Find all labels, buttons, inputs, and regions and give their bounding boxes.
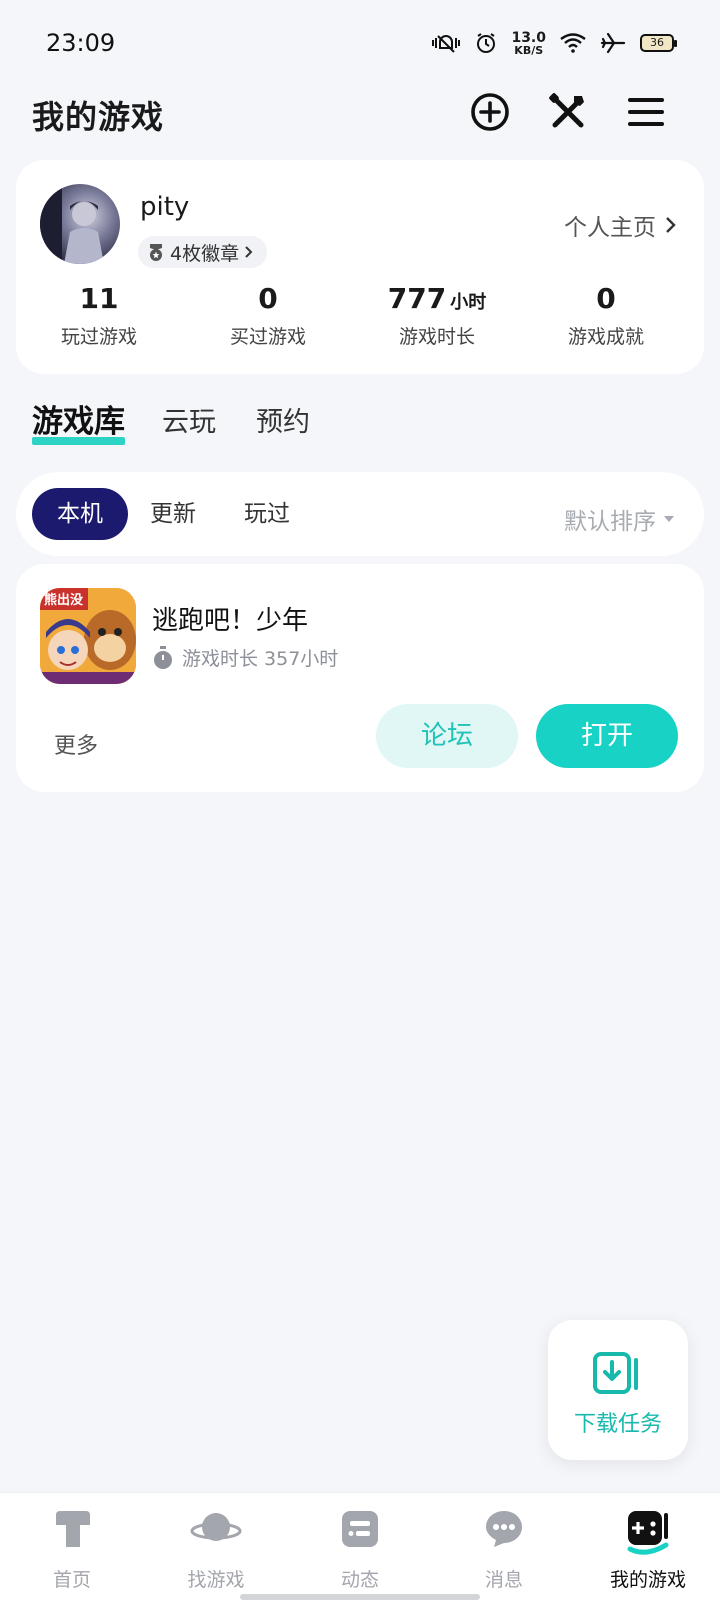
chevron-right-icon	[245, 246, 253, 258]
profile-card: pity 4枚徽章 个人主页 11 玩过游戏 0 买过游戏 777 小时 游戏时长…	[16, 160, 704, 374]
home-indicator	[240, 1594, 480, 1600]
homepage-link[interactable]: 个人主页	[564, 208, 678, 242]
stat-label: 游戏时长	[398, 326, 475, 348]
stat-played-games[interactable]: 11 玩过游戏	[24, 282, 174, 349]
stat-value: 777 小时	[362, 282, 512, 318]
stat-value: 0	[193, 282, 343, 318]
game-artwork-icon: 熊出没	[40, 588, 136, 684]
badge-pill[interactable]: 4枚徽章	[138, 236, 268, 268]
stat-number: 11	[79, 282, 119, 315]
tab-label: 预约	[256, 407, 310, 438]
filter-chip-played[interactable]: 玩过	[244, 488, 290, 540]
homepage-label: 个人主页	[564, 215, 656, 241]
sort-dropdown[interactable]: 默认排序	[564, 502, 674, 536]
nav-label: 消息	[484, 1569, 523, 1591]
filter-chip-local[interactable]: 本机	[32, 488, 128, 540]
more-button[interactable]: 更多	[54, 728, 98, 760]
feed-icon	[342, 1511, 378, 1547]
nav-item-messages[interactable]: 消息	[432, 1493, 576, 1600]
net-speed-value: 13.0	[511, 29, 546, 46]
gamepad-icon	[627, 1511, 669, 1555]
tab-label: 云玩	[162, 407, 216, 438]
stat-value: 11	[24, 282, 174, 318]
stat-label: 游戏成就	[567, 326, 644, 348]
nav-item-my-games[interactable]: 我的游戏	[576, 1493, 720, 1600]
tab-reservations[interactable]: 预约	[256, 400, 310, 439]
stat-number: 777	[387, 282, 447, 315]
stopwatch-icon	[154, 645, 172, 669]
stat-label: 玩过游戏	[60, 326, 137, 348]
sort-label: 默认排序	[564, 509, 656, 535]
nav-label: 首页	[52, 1569, 91, 1591]
filter-bar: 本机 更新 玩过 默认排序	[16, 472, 704, 556]
game-icon[interactable]: 熊出没	[40, 588, 136, 684]
chevron-right-icon	[666, 217, 676, 233]
badge-count: 4枚徽章	[170, 242, 240, 265]
wifi-icon	[560, 33, 586, 53]
game-icon-text: 熊出没	[44, 592, 84, 608]
stat-label: 买过游戏	[229, 326, 306, 348]
tools-icon[interactable]	[546, 90, 590, 134]
avatar-figure-icon	[40, 184, 104, 264]
nav-item-home[interactable]: 首页	[0, 1493, 144, 1600]
status-icons: 13.0 KB/S 36	[431, 31, 677, 56]
status-bar: 23:09 13.0 KB/S 36	[0, 0, 720, 86]
tab-label: 游戏库	[32, 404, 125, 440]
username: pity	[140, 192, 190, 222]
tab-cloud-play[interactable]: 云玩	[162, 400, 216, 439]
alarm-icon	[477, 33, 496, 53]
stat-achievements[interactable]: 0 游戏成就	[531, 282, 681, 349]
bottom-nav: 首页 找游戏 动态 消息 我的游戏	[0, 1492, 720, 1600]
caret-down-icon	[664, 516, 674, 522]
download-icon	[593, 1352, 638, 1394]
nav-item-feed[interactable]: 动态	[288, 1493, 432, 1600]
download-tasks-label: 下载任务	[573, 1412, 662, 1437]
home-icon	[56, 1511, 90, 1547]
nav-label: 动态	[340, 1569, 379, 1591]
net-speed-unit: KB/S	[514, 43, 544, 57]
stat-number: 0	[596, 282, 616, 315]
mute-vibrate-icon	[432, 35, 461, 53]
medal-icon	[150, 244, 162, 261]
filter-chip-updates[interactable]: 更新	[150, 488, 196, 540]
download-tasks-button[interactable]: 下载任务	[548, 1320, 688, 1460]
status-time: 23:09	[46, 29, 116, 57]
stat-bought-games[interactable]: 0 买过游戏	[193, 282, 343, 349]
nav-label: 找游戏	[187, 1569, 245, 1591]
avatar[interactable]	[40, 184, 120, 264]
net-speed: 13.0 KB/S	[511, 31, 546, 56]
menu-icon[interactable]	[624, 90, 668, 134]
game-playtime-text: 游戏时长 357小时	[182, 648, 339, 670]
airplane-icon	[600, 32, 626, 54]
game-card[interactable]: 熊出没 逃跑吧！少年 游戏时长 357小时 更多 论坛 打开	[16, 564, 704, 792]
battery-icon: 36	[640, 34, 677, 52]
tab-game-library[interactable]: 游戏库	[32, 396, 125, 445]
page-title: 我的游戏	[32, 98, 165, 136]
stat-play-time[interactable]: 777 小时 游戏时长	[362, 282, 512, 349]
game-playtime: 游戏时长 357小时	[152, 644, 338, 671]
header: 我的游戏	[0, 86, 720, 160]
stat-number: 0	[258, 282, 278, 315]
stat-value: 0	[531, 282, 681, 318]
message-icon	[486, 1511, 522, 1547]
planet-icon	[190, 1513, 242, 1541]
nav-item-find-games[interactable]: 找游戏	[144, 1493, 288, 1600]
nav-label: 我的游戏	[609, 1569, 686, 1591]
open-button[interactable]: 打开	[536, 704, 678, 768]
stat-unit: 小时	[450, 292, 487, 313]
forum-button[interactable]: 论坛	[376, 704, 518, 768]
game-title: 逃跑吧！少年	[152, 606, 309, 636]
add-circle-icon[interactable]	[468, 90, 512, 134]
